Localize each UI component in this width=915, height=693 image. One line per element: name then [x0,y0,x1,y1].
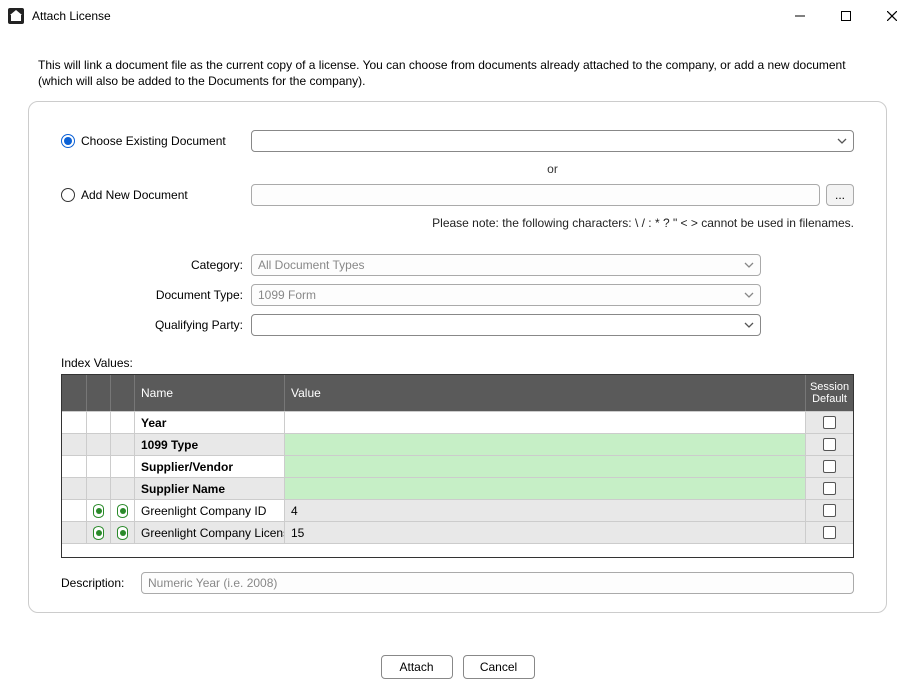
intro-text: This will link a document file as the cu… [38,58,877,89]
cell-session-default [805,456,853,477]
existing-document-combo[interactable] [251,130,854,152]
table-row[interactable]: Supplier/Vendor [62,455,853,477]
cell-value[interactable] [284,412,805,433]
close-button[interactable] [869,0,915,32]
chevron-down-icon [744,260,754,270]
cell-value[interactable] [284,478,805,499]
session-default-checkbox[interactable] [823,416,836,429]
col-value[interactable]: Value [284,375,805,411]
grid-footer [62,543,853,557]
description-placeholder: Numeric Year (i.e. 2008) [148,576,277,590]
eye-icon[interactable] [93,526,104,540]
session-default-checkbox[interactable] [823,438,836,451]
eye-icon[interactable] [117,504,128,518]
description-input[interactable]: Numeric Year (i.e. 2008) [141,572,854,594]
new-document-path-input[interactable] [251,184,820,206]
session-default-checkbox[interactable] [823,460,836,473]
cell-name: Supplier Name [134,478,284,499]
eye-icon[interactable] [93,504,104,518]
cell-value[interactable]: 15 [284,522,805,543]
category-combo[interactable]: All Document Types [251,254,761,276]
cell-session-default [805,434,853,455]
table-row[interactable]: Greenlight Company ID4 [62,499,853,521]
table-row[interactable]: Greenlight Company Licens...15 [62,521,853,543]
cell-value[interactable]: 4 [284,500,805,521]
table-row[interactable]: Supplier Name [62,477,853,499]
cell-session-default [805,522,853,543]
chevron-down-icon [744,290,754,300]
row-handle [62,434,86,455]
main-panel: Choose Existing Document or Add New Docu… [28,101,887,613]
row-handle [62,522,86,543]
category-label: Category: [151,258,251,272]
window-title: Attach License [32,9,777,23]
radio-add-new-label: Add New Document [81,188,188,202]
row-handle [62,500,86,521]
cell-name: Year [134,412,284,433]
cancel-button[interactable]: Cancel [463,655,535,679]
session-default-checkbox[interactable] [823,504,836,517]
cell-session-default [805,412,853,433]
col-name[interactable]: Name [134,375,284,411]
attach-button[interactable]: Attach [381,655,453,679]
row-handle [62,412,86,433]
eye-icon[interactable] [117,526,128,540]
cell-name: 1099 Type [134,434,284,455]
description-label: Description: [61,576,131,590]
session-default-checkbox[interactable] [823,526,836,539]
radio-choose-existing[interactable] [61,134,75,148]
qualifying-party-combo[interactable] [251,314,761,336]
document-type-combo[interactable]: 1099 Form [251,284,761,306]
session-default-checkbox[interactable] [823,482,836,495]
radio-add-new[interactable] [61,188,75,202]
cell-value[interactable] [284,434,805,455]
filename-note: Please note: the following characters: \… [61,216,854,230]
document-type-value: 1099 Form [258,288,316,302]
index-values-grid: Name Value Session Default Year1099 Type… [61,374,854,558]
or-label: or [61,162,854,176]
browse-button[interactable]: ... [826,184,854,206]
row-handle [62,478,86,499]
maximize-button[interactable] [823,0,869,32]
cell-name: Supplier/Vendor [134,456,284,477]
table-row[interactable]: Year [62,411,853,433]
app-icon [8,8,24,24]
row-handle [62,456,86,477]
chevron-down-icon [837,136,847,146]
cell-session-default [805,500,853,521]
cell-name: Greenlight Company ID [134,500,284,521]
index-values-label: Index Values: [61,356,854,370]
cell-value[interactable] [284,456,805,477]
minimize-button[interactable] [777,0,823,32]
table-row[interactable]: 1099 Type [62,433,853,455]
grid-header: Name Value Session Default [62,375,853,411]
titlebar: Attach License [0,0,915,32]
qualifying-party-label: Qualifying Party: [151,318,251,332]
cell-name: Greenlight Company Licens... [134,522,284,543]
category-value: All Document Types [258,258,365,272]
document-type-label: Document Type: [151,288,251,302]
col-session-default[interactable]: Session Default [805,375,853,411]
cell-session-default [805,478,853,499]
chevron-down-icon [744,320,754,330]
dialog-buttons: Attach Cancel [0,641,915,693]
radio-choose-existing-label: Choose Existing Document [81,134,226,148]
